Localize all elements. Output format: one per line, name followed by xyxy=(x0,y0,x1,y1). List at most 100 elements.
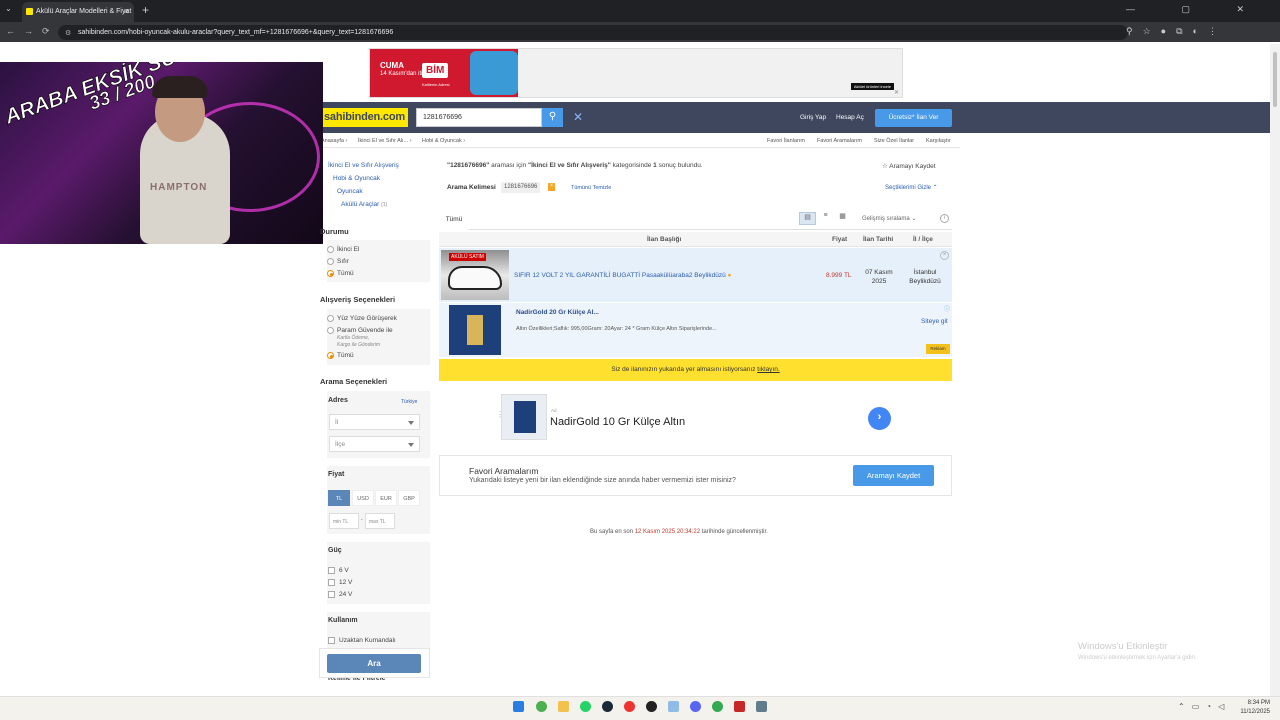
grid-view-icon[interactable]: ▦ xyxy=(834,212,851,225)
banner-cta[interactable]: Aktüel ürünleri incele xyxy=(850,83,894,90)
list-view-icon[interactable]: ≡ xyxy=(817,212,834,225)
game-icon[interactable] xyxy=(734,701,745,712)
browser-tab-active[interactable]: Akülü Araçlar Modelleri & Fiyat × xyxy=(22,2,134,22)
breadcrumb-subcategory[interactable]: Hobi & Oyuncak › xyxy=(422,138,465,144)
save-search-button[interactable]: Aramayı Kaydet xyxy=(853,465,934,486)
sidebar-category-hobby[interactable]: Hobi & Oyuncak xyxy=(333,175,380,182)
radio-new[interactable] xyxy=(327,258,334,265)
tab-close-icon[interactable]: × xyxy=(124,6,129,16)
summary-text-tail: kategorisinde xyxy=(610,162,654,169)
currency-usd[interactable]: USD xyxy=(352,490,374,506)
compare-link[interactable]: Karşılaştır xyxy=(926,138,951,144)
city-select[interactable]: İl xyxy=(329,414,420,430)
district-select[interactable]: İlçe xyxy=(329,436,420,452)
ad-close-icon[interactable]: ✕ xyxy=(894,89,899,96)
clear-search-icon[interactable]: ✕ xyxy=(573,110,583,124)
obs-icon[interactable] xyxy=(646,701,657,712)
register-link[interactable]: Hesap Aç xyxy=(836,114,864,121)
currency-tl[interactable]: TL xyxy=(328,490,350,506)
browser-icon[interactable] xyxy=(712,701,723,712)
system-tray[interactable]: ⌃▭◔◁ xyxy=(1178,702,1231,711)
hide-selected-link[interactable]: Seçtiklerimi Gizle ⌃ xyxy=(885,184,938,191)
window-controls[interactable]: — ▢ ✕ xyxy=(1126,4,1266,15)
checkbox-24v[interactable] xyxy=(328,591,335,598)
app-icon[interactable] xyxy=(668,701,679,712)
search-icon[interactable]: ⚲ xyxy=(542,108,563,127)
radio-secure-payment[interactable] xyxy=(327,327,334,334)
clear-all-link[interactable]: Tümünü Temizle xyxy=(571,185,611,191)
address-country-link[interactable]: Türkiye xyxy=(401,399,417,405)
col-date[interactable]: İlan Tarihi xyxy=(863,236,893,243)
opera-icon[interactable] xyxy=(624,701,635,712)
listing-title[interactable]: SIFIR 12 VOLT 2 YIL GARANTİLİ BUGATTİ Pa… xyxy=(514,272,731,279)
ad-arrow-icon[interactable]: › xyxy=(868,407,891,430)
sidebar-category-electric-cars[interactable]: Akülü Araçlar (1) xyxy=(341,201,387,208)
currency-eur[interactable]: EUR xyxy=(375,490,397,506)
radio-new-label: Sıfır xyxy=(337,258,349,265)
whatsapp-icon[interactable] xyxy=(580,701,591,712)
fav-listings-link[interactable]: Favori İlanlarım xyxy=(767,138,805,144)
checkbox-remote[interactable] xyxy=(328,637,335,644)
col-location[interactable]: İl / İlçe xyxy=(913,236,933,243)
start-icon[interactable] xyxy=(513,701,524,712)
summary-text-end: sonuç bulundu. xyxy=(656,162,703,169)
post-ad-button[interactable]: Ücretsiz* İlan Ver xyxy=(875,109,952,127)
remove-keyword-icon[interactable]: × xyxy=(548,183,555,191)
tab-list-icon[interactable]: ⌄ xyxy=(5,4,12,13)
breadcrumb-category[interactable]: İkinci El ve Sıfır Alı... › xyxy=(358,138,412,144)
checkbox-6v[interactable] xyxy=(328,567,335,574)
col-price[interactable]: Fiyat xyxy=(832,236,847,243)
tab-all[interactable]: Tümü xyxy=(439,210,469,230)
file-explorer-icon[interactable] xyxy=(558,701,569,712)
radio-all-condition[interactable] xyxy=(327,270,334,277)
condition-title: Durumu xyxy=(320,227,349,236)
chrome-icon[interactable] xyxy=(536,701,547,712)
min-price-input[interactable]: min TL xyxy=(329,513,359,529)
checkbox-12v[interactable] xyxy=(328,579,335,586)
sponsored-title[interactable]: NadirGold 20 Gr Külçe Al... xyxy=(516,309,599,316)
listing-thumbnail[interactable]: AKÜLÜ SATIM xyxy=(441,250,509,300)
sort-select[interactable]: Gelişmiş sıralama ⌄ xyxy=(858,212,936,225)
radio-all-shopping[interactable] xyxy=(327,352,334,359)
ad-info-icon[interactable]: ⓘ xyxy=(944,304,950,313)
price-separator: - xyxy=(361,517,363,523)
new-tab-button[interactable]: + xyxy=(142,3,149,17)
currency-gbp[interactable]: GBP xyxy=(398,490,420,506)
sponsored-thumbnail[interactable] xyxy=(449,305,501,355)
extension-icons[interactable]: ⚲☆●⧉◐⋮ xyxy=(1126,26,1227,37)
scrollbar[interactable] xyxy=(1270,44,1280,696)
site-logo[interactable]: sahibinden.com xyxy=(323,108,408,127)
clock-date[interactable]: 11/12/2025 xyxy=(1232,709,1270,715)
col-title[interactable]: İlan Başlığı xyxy=(647,236,681,243)
discord-icon[interactable] xyxy=(690,701,701,712)
hide-listing-icon[interactable]: × xyxy=(940,251,949,260)
native-ad[interactable]: ⋮ Ad NadirGold 10 Gr Külçe Altın › xyxy=(496,392,898,444)
nav-buttons[interactable]: ←→⟳ xyxy=(6,26,59,37)
radio-face-to-face[interactable] xyxy=(327,315,334,322)
table-view-icon[interactable]: ▤ xyxy=(799,212,816,225)
promo-link[interactable]: tıklayın. xyxy=(757,366,779,373)
login-link[interactable]: Giriş Yap xyxy=(800,114,826,121)
radio-used[interactable] xyxy=(327,246,334,253)
search-input[interactable]: 1281676696 xyxy=(416,108,542,127)
breadcrumb-home[interactable]: Anasayfa › xyxy=(321,138,347,144)
sidebar-category-toy[interactable]: Oyuncak xyxy=(337,188,363,195)
special-listings-link[interactable]: Size Özel İlanlar xyxy=(874,138,914,144)
sidebar-category-main[interactable]: İkinci El ve Sıfır Alışveriş xyxy=(328,162,399,169)
site-info-icon[interactable]: ⚙ xyxy=(65,29,71,37)
visit-site-link[interactable]: Siteye git xyxy=(921,318,948,325)
ad-title[interactable]: NadirGold 10 Gr Külçe Altın xyxy=(550,416,685,428)
sidebar-search-button[interactable]: Ara xyxy=(327,654,421,673)
scrollbar-thumb[interactable] xyxy=(1273,52,1277,107)
top-banner-ad[interactable]: CUMA 14 Kasım'dan itibaren BİM Kalitenin… xyxy=(369,48,903,98)
info-icon[interactable]: i xyxy=(940,214,949,223)
tool-icon[interactable] xyxy=(756,701,767,712)
address-bar[interactable]: ⚙ sahibinden.com/hobi-oyuncak-akulu-arac… xyxy=(58,25,1128,40)
steam-icon[interactable] xyxy=(602,701,613,712)
listing-date: 07 Kasım 2025 xyxy=(861,268,897,286)
clock-time[interactable]: 8:34 PM xyxy=(1240,700,1270,706)
max-price-input[interactable]: max TL xyxy=(365,513,395,529)
fav-searches-link[interactable]: Favori Aramalarım xyxy=(817,138,862,144)
save-search-link[interactable]: ☆ Aramayı Kaydet xyxy=(882,162,936,170)
browser-toolbar: ←→⟳ ⚙ sahibinden.com/hobi-oyuncak-akulu-… xyxy=(0,22,1280,42)
